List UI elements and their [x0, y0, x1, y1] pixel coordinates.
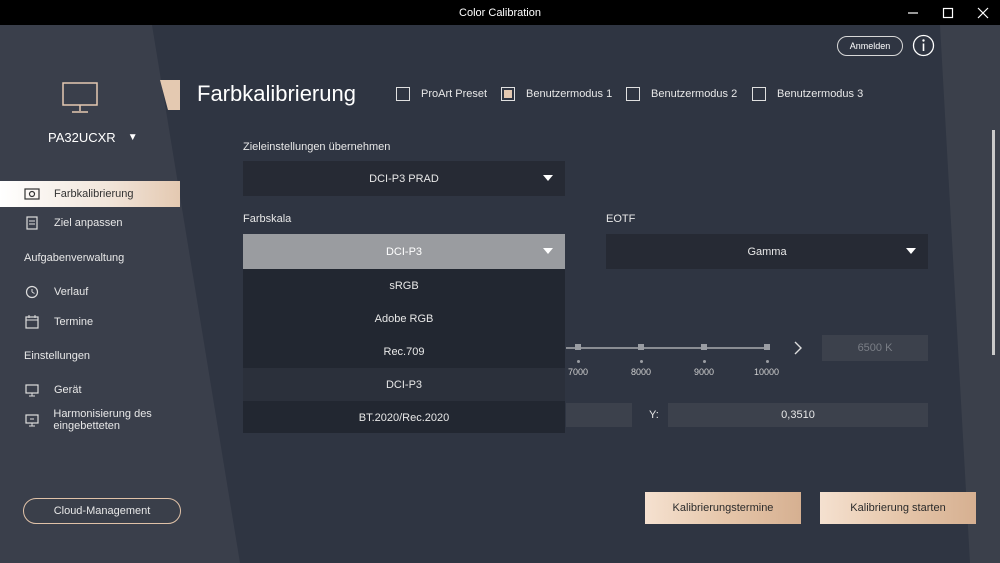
mode-label: ProArt Preset — [421, 88, 488, 100]
eotf-select[interactable]: Gamma — [606, 234, 928, 269]
select-value: Gamma — [747, 245, 787, 258]
mode-label: Benutzermodus 3 — [777, 88, 864, 100]
maximize-icon — [942, 7, 953, 18]
sidebar-item-label: Ziel anpassen — [54, 217, 123, 229]
slider-tick[interactable] — [764, 344, 770, 350]
monitor-sync-icon — [24, 412, 39, 428]
gamut-dropdown-list: sRGB Adobe RGB Rec.709 DCI-P3 BT.2020/Re… — [243, 269, 565, 433]
sidebar-item-geraet[interactable]: Gerät — [0, 377, 180, 403]
calibration-schedule-button[interactable]: Kalibrierungstermine — [645, 492, 801, 524]
slider-tick[interactable] — [701, 344, 707, 350]
model-selector[interactable]: PA32UCXR ▼ — [48, 130, 138, 145]
slider-tick-label: 7000 — [568, 367, 589, 377]
dropdown-option-srgb[interactable]: sRGB — [243, 269, 565, 302]
dropdown-option-rec709[interactable]: Rec.709 — [243, 335, 565, 368]
sidebar-item-label: Farbkalibrierung — [54, 188, 134, 200]
slider-tick-label: 10000 — [754, 367, 780, 377]
checkbox[interactable] — [626, 87, 640, 101]
chevron-down-icon — [906, 248, 916, 254]
window-controls — [895, 0, 1000, 25]
temperature-slider-track[interactable] — [566, 347, 768, 349]
close-button[interactable] — [965, 0, 1000, 25]
right-decoration — [940, 25, 1000, 563]
title-accent — [160, 80, 180, 110]
y-label: Y: — [649, 409, 659, 421]
sidebar-item-termine[interactable]: Termine — [0, 309, 180, 335]
sidebar-item-verlauf[interactable]: Verlauf — [0, 279, 180, 305]
slider-dot — [640, 360, 643, 363]
sidebar-item-label: Harmonisierung des eingebetteten — [53, 408, 152, 432]
minimize-button[interactable] — [895, 0, 930, 25]
close-icon — [977, 7, 988, 18]
mode-benutzermodus-1[interactable]: Benutzermodus 1 — [501, 87, 612, 101]
select-value: DCI-P3 — [385, 245, 423, 258]
maximize-button[interactable] — [930, 0, 965, 25]
sidebar-item-ziel-anpassen[interactable]: Ziel anpassen — [0, 210, 180, 236]
slider-dot — [703, 360, 706, 363]
slider-dot — [766, 360, 769, 363]
gamut-label: Farbskala — [243, 213, 292, 225]
select-value: DCI-P3 PRAD — [369, 172, 439, 185]
info-icon[interactable] — [912, 34, 935, 57]
calendar-icon — [24, 314, 40, 330]
camera-icon — [24, 186, 40, 202]
chevron-down-icon: ▼ — [127, 132, 138, 143]
mode-benutzermodus-2[interactable]: Benutzermodus 2 — [626, 87, 737, 101]
sidebar-item-harmonisierung[interactable]: Harmonisierung des eingebetteten — [0, 407, 215, 433]
dropdown-option-bt2020[interactable]: BT.2020/Rec.2020 — [243, 401, 565, 434]
scrollbar[interactable] — [992, 130, 995, 355]
slider-tick-label: 8000 — [631, 367, 652, 377]
slider-tick[interactable] — [575, 344, 581, 350]
target-settings-select[interactable]: DCI-P3 PRAD — [243, 161, 565, 196]
x-coordinate-field[interactable] — [566, 403, 632, 427]
dropdown-option-dci-p3[interactable]: DCI-P3 — [243, 368, 565, 401]
window-titlebar: Color Calibration — [0, 0, 1000, 25]
slider-dot — [577, 360, 580, 363]
monitor-small-icon — [24, 382, 40, 398]
sidebar-item-label: Termine — [54, 316, 94, 328]
checkbox[interactable] — [752, 87, 766, 101]
y-coordinate-field[interactable]: 0,3510 — [668, 403, 928, 427]
history-icon — [24, 284, 40, 300]
section-aufgabenverwaltung: Aufgabenverwaltung — [24, 252, 125, 264]
kelvin-value-field[interactable]: 6500 K — [822, 335, 928, 361]
window-title: Color Calibration — [459, 6, 541, 19]
monitor-icon — [62, 82, 98, 113]
mode-label: Benutzermodus 2 — [651, 88, 738, 100]
page-title: Farbkalibrierung — [197, 81, 356, 106]
minimize-icon — [907, 11, 918, 14]
chevron-down-icon — [543, 248, 553, 254]
eotf-label: EOTF — [606, 213, 636, 225]
sidebar-item-farbkalibrierung[interactable]: Farbkalibrierung — [0, 181, 180, 207]
slider-tick[interactable] — [638, 344, 644, 350]
chevron-right-icon[interactable] — [792, 340, 804, 356]
sidebar-item-label: Verlauf — [54, 286, 89, 298]
gamut-select[interactable]: DCI-P3 — [243, 234, 565, 269]
dropdown-option-adobe-rgb[interactable]: Adobe RGB — [243, 302, 565, 335]
mode-benutzermodus-3[interactable]: Benutzermodus 3 — [752, 87, 863, 101]
checkbox-checked[interactable] — [501, 87, 515, 101]
slider-tick-label: 9000 — [694, 367, 715, 377]
document-icon — [24, 215, 40, 231]
model-name: PA32UCXR — [48, 130, 116, 145]
cloud-management-button[interactable]: Cloud-Management — [23, 498, 181, 524]
sidebar-item-label: Gerät — [54, 384, 82, 396]
start-calibration-button[interactable]: Kalibrierung starten — [820, 492, 976, 524]
checkbox[interactable] — [396, 87, 410, 101]
section-einstellungen: Einstellungen — [24, 350, 91, 362]
mode-label: Benutzermodus 1 — [526, 88, 613, 100]
login-button[interactable]: Anmelden — [837, 36, 903, 56]
mode-proart-preset[interactable]: ProArt Preset — [396, 87, 487, 101]
target-settings-label: Zieleinstellungen übernehmen — [243, 141, 391, 153]
chevron-down-icon — [543, 175, 553, 181]
